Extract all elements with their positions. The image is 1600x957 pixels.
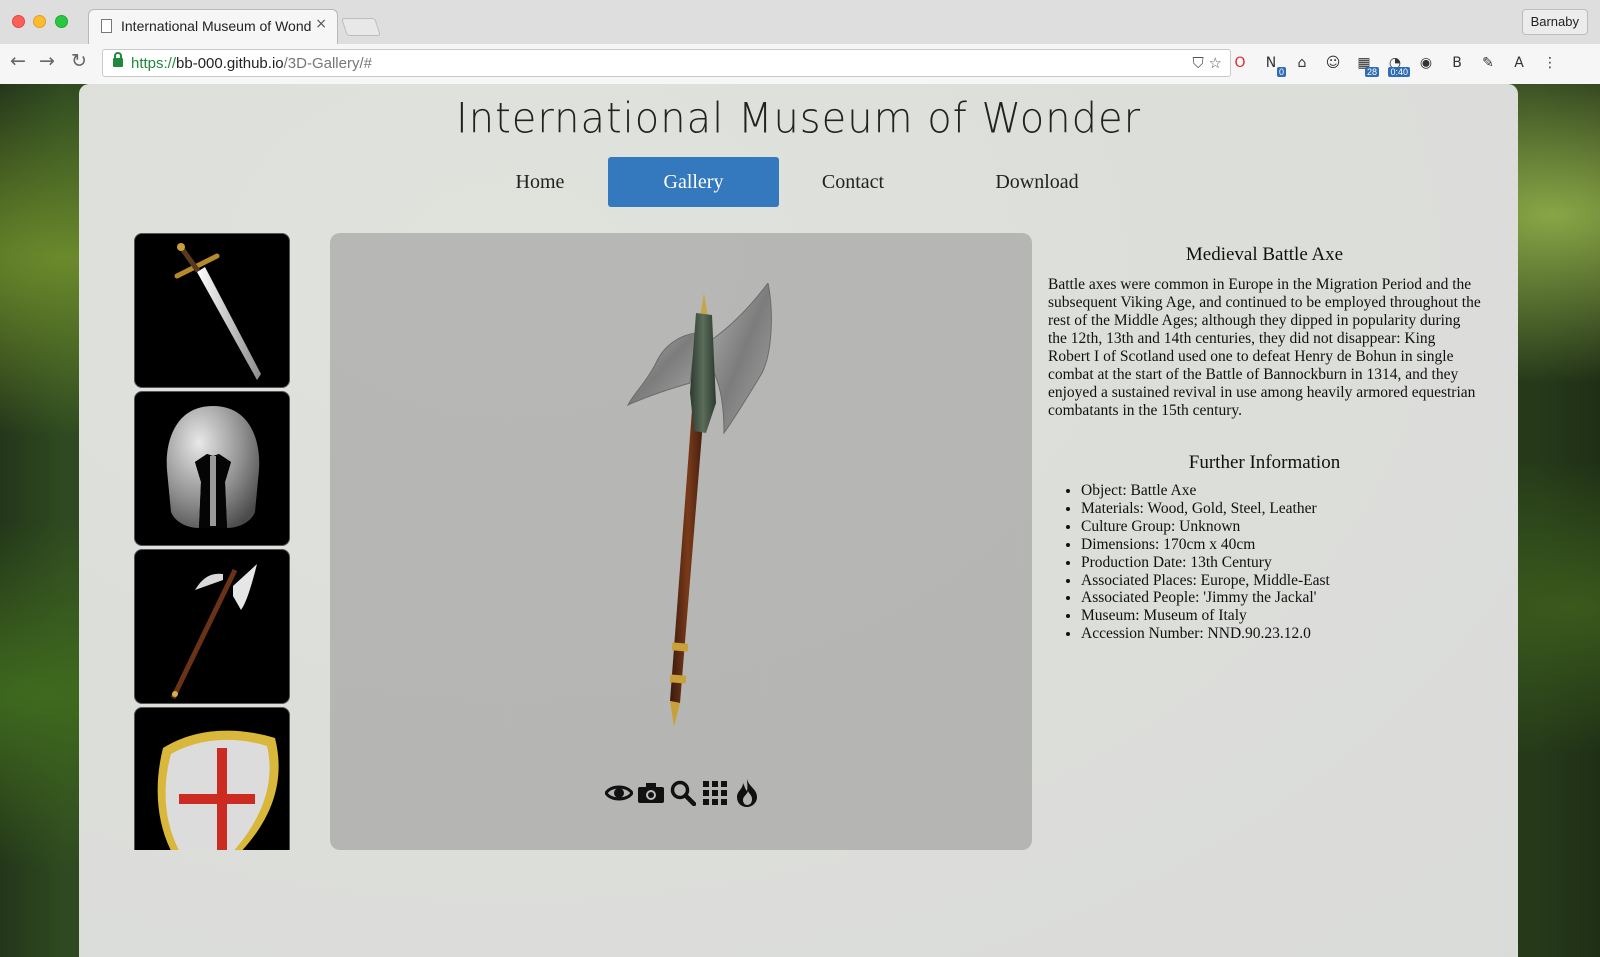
list-item: Culture Group: Unknown (1081, 518, 1481, 536)
thumbnail-list (134, 233, 291, 850)
zoom-icon[interactable] (668, 778, 698, 808)
list-item: Production Date: 13th Century (1081, 554, 1481, 572)
font-icon[interactable]: A (1508, 52, 1530, 74)
eye-icon[interactable] (604, 778, 634, 808)
list-item: Materials: Wood, Gold, Steel, Leather (1081, 500, 1481, 518)
list-item: Associated People: 'Jimmy the Jackal' (1081, 589, 1481, 607)
onenote-icon[interactable]: N0 (1260, 52, 1286, 77)
new-tab-button[interactable] (341, 18, 381, 36)
lock-icon (113, 52, 123, 67)
page-viewport: International Museum of Wonder Home Gall… (0, 84, 1600, 957)
nav-gallery[interactable]: Gallery (608, 157, 779, 207)
menu-dots-icon[interactable]: ⋮ (1539, 52, 1561, 74)
tab-close-icon[interactable]: × (315, 16, 327, 32)
list-item: Object: Battle Axe (1081, 482, 1481, 500)
nav-contact[interactable]: Contact (793, 157, 913, 207)
main-nav: Home Gallery Contact Download (79, 157, 1518, 207)
thumbnail-helmet[interactable] (134, 391, 290, 546)
back-icon[interactable]: ← (10, 50, 26, 72)
page-icon (101, 19, 112, 33)
robot-icon[interactable]: ☺ (1322, 52, 1344, 74)
forward-icon[interactable]: → (39, 50, 55, 72)
model-viewer[interactable] (330, 233, 1032, 850)
extension-badge: 0 (1276, 67, 1286, 77)
extension-badge: 28 (1364, 67, 1379, 77)
list-item: Dimensions: 170cm x 40cm (1081, 536, 1481, 554)
browser-tab[interactable]: International Museum of Wonder × (88, 9, 338, 44)
address-bar[interactable]: https://bb-000.github.io/3D-Gallery/# ⛉ … (102, 49, 1231, 77)
shield-image (157, 730, 279, 850)
profile-button[interactable]: Barnaby (1521, 9, 1588, 35)
grid-icon[interactable] (700, 778, 730, 808)
sword-image (174, 243, 261, 380)
list-item: Associated Places: Europe, Middle-East (1081, 572, 1481, 590)
extension-badge: 0:40 (1388, 67, 1410, 77)
thumbnail-battle-axe[interactable] (134, 549, 290, 704)
minimize-window-button[interactable] (33, 15, 46, 28)
close-window-button[interactable] (12, 15, 25, 28)
translate-icon[interactable]: ⛉ (1193, 54, 1204, 72)
nav-download[interactable]: Download (972, 157, 1102, 207)
ghost-icon[interactable]: ⌂ (1291, 52, 1313, 74)
browser-toolbar: ← → ↻ https://bb-000.github.io/3D-Galler… (0, 44, 1600, 84)
omnibox-actions: ⛉ ☆ (1193, 54, 1223, 72)
list-item: Accession Number: NND.90.23.12.0 (1081, 625, 1481, 643)
viewer-toolbar (604, 778, 762, 808)
facts-list: Object: Battle Axe Materials: Wood, Gold… (1048, 482, 1481, 643)
tab-title: International Museum of Wonder (121, 18, 311, 34)
artifact-title: Medieval Battle Axe (1185, 244, 1344, 265)
opera-icon[interactable]: O (1229, 52, 1251, 74)
calendar-icon[interactable]: ▦ 28 (1353, 52, 1379, 77)
artifact-description: Battle axes were common in Europe in the… (1048, 276, 1481, 419)
bold-b-icon[interactable]: B (1446, 52, 1468, 74)
content-panel: International Museum of Wonder Home Gall… (79, 84, 1518, 957)
nav-home[interactable]: Home (490, 157, 590, 207)
further-info-heading: Further Information (1188, 452, 1341, 473)
thumbnail-shield[interactable] (134, 707, 290, 850)
pipette-icon[interactable]: ✎ (1477, 52, 1499, 74)
zoom-window-button[interactable] (55, 15, 68, 28)
battle-axe-model (626, 283, 772, 727)
camera-icon[interactable] (636, 778, 666, 808)
tab-strip: International Museum of Wonder × Barnaby (0, 0, 1600, 44)
artifact-info: Medieval Battle Axe Battle axes were com… (1048, 233, 1481, 643)
thumbnail-sword[interactable] (134, 233, 290, 388)
browser-chrome: International Museum of Wonder × Barnaby… (0, 0, 1600, 84)
battle-axe-thumb-image (170, 564, 257, 700)
url-text: https://bb-000.github.io/3D-Gallery/# (131, 55, 372, 72)
eye-ext-icon[interactable]: ◉ (1415, 52, 1437, 74)
list-item: Museum: Museum of Italy (1081, 607, 1481, 625)
fire-icon[interactable] (732, 778, 762, 808)
timer-icon[interactable]: ◔ 0:40 (1384, 52, 1410, 77)
bookmark-star-icon[interactable]: ☆ (1209, 54, 1222, 72)
reload-icon[interactable]: ↻ (71, 50, 87, 72)
site-title: International Museum of Wonder (455, 94, 1142, 144)
helmet-image (166, 406, 260, 528)
